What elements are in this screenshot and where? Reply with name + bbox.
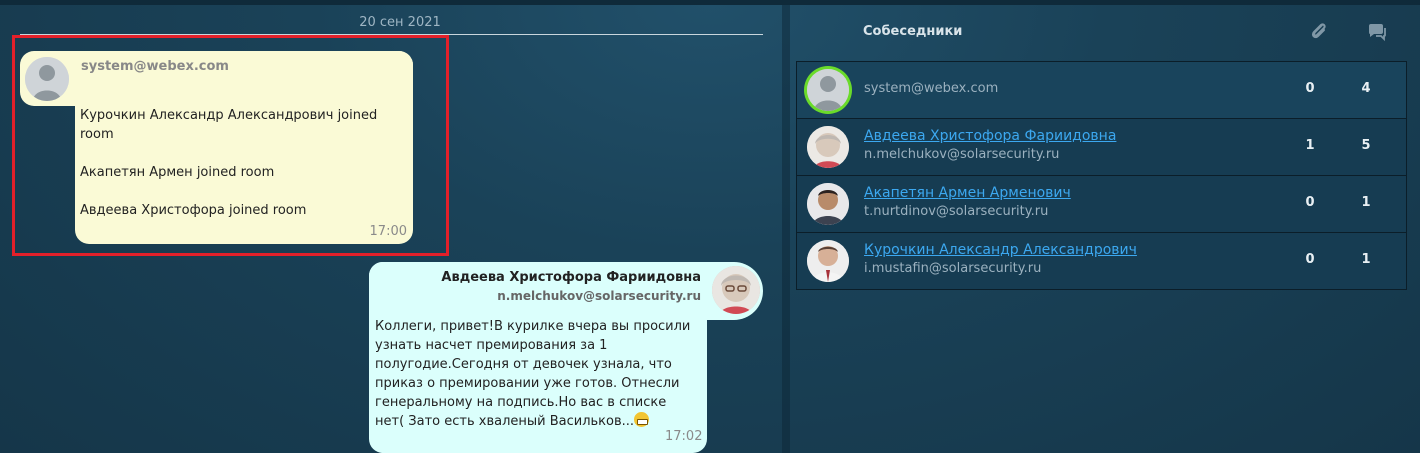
attachments-count: 0 <box>1305 81 1315 96</box>
messages-count: 5 <box>1361 138 1371 153</box>
user-avatar <box>807 240 849 282</box>
message-sender-name: Авдеева Христофора Фариидовна <box>441 270 701 285</box>
chat-bubbles-icon[interactable] <box>1366 20 1388 42</box>
participant-name-link[interactable]: Авдеева Христофора Фариидовна <box>864 128 1116 144</box>
messages-count: 1 <box>1361 252 1371 267</box>
user-avatar <box>807 126 849 168</box>
attachments-count: 0 <box>1305 195 1315 210</box>
participant-email: system@webex.com <box>864 81 999 96</box>
date-separator-label: 20 сен 2021 <box>359 15 441 30</box>
default-avatar-icon <box>25 57 69 101</box>
user-message-bubble: Авдеева Христофора Фариидовна n.melchuko… <box>369 262 763 453</box>
grimacing-face-icon <box>634 412 650 427</box>
participant-email: t.nurtdinov@solarsecurity.ru <box>864 204 1049 219</box>
participants-title: Собеседники <box>863 24 963 39</box>
pane-divider[interactable] <box>782 5 790 453</box>
message-time: 17:02 <box>665 429 703 444</box>
attachments-count: 1 <box>1305 138 1315 153</box>
user-avatar <box>712 266 760 314</box>
user-avatar <box>807 183 849 225</box>
message-time: 17:00 <box>369 224 407 239</box>
message-line: Курочкин Александр Александрович joined … <box>80 108 378 142</box>
participant-row[interactable]: Акапетян Армен Арменович t.nurtdinov@sol… <box>796 175 1407 233</box>
participant-email: n.melchukov@solarsecurity.ru <box>864 147 1060 162</box>
participant-row[interactable]: system@webex.com 0 4 <box>796 61 1407 119</box>
messages-count: 4 <box>1361 81 1371 96</box>
message-line: Авдеева Христофора joined room <box>80 203 307 218</box>
participant-name-link[interactable]: Акапетян Армен Арменович <box>864 185 1071 201</box>
attachments-count: 0 <box>1305 252 1315 267</box>
participant-row[interactable]: Курочкин Александр Александрович i.musta… <box>796 232 1407 290</box>
participants-pane: Собеседники system@webex.com 0 4 Авдеева… <box>790 5 1420 453</box>
participants-table: system@webex.com 0 4 Авдеева Христофора … <box>796 61 1407 290</box>
paperclip-icon[interactable] <box>1308 20 1330 42</box>
participant-email: i.mustafin@solarsecurity.ru <box>864 261 1042 276</box>
default-avatar-icon <box>807 69 849 111</box>
participant-row[interactable]: Авдеева Христофора Фариидовна n.melchuko… <box>796 118 1407 176</box>
message-sender-email: system@webex.com <box>81 59 229 74</box>
message-sender-email: n.melchukov@solarsecurity.ru <box>497 289 701 303</box>
message-text: Курочкин Александр Александрович joined … <box>80 106 400 239</box>
messages-count: 1 <box>1361 195 1371 210</box>
system-message-bubble: system@webex.com Курочкин Александр Алек… <box>20 51 413 244</box>
message-text: Коллеги, привет!В курилке вчера вы проси… <box>375 317 697 431</box>
participant-name-link[interactable]: Курочкин Александр Александрович <box>864 242 1137 258</box>
message-line: Акапетян Армен joined room <box>80 165 275 180</box>
